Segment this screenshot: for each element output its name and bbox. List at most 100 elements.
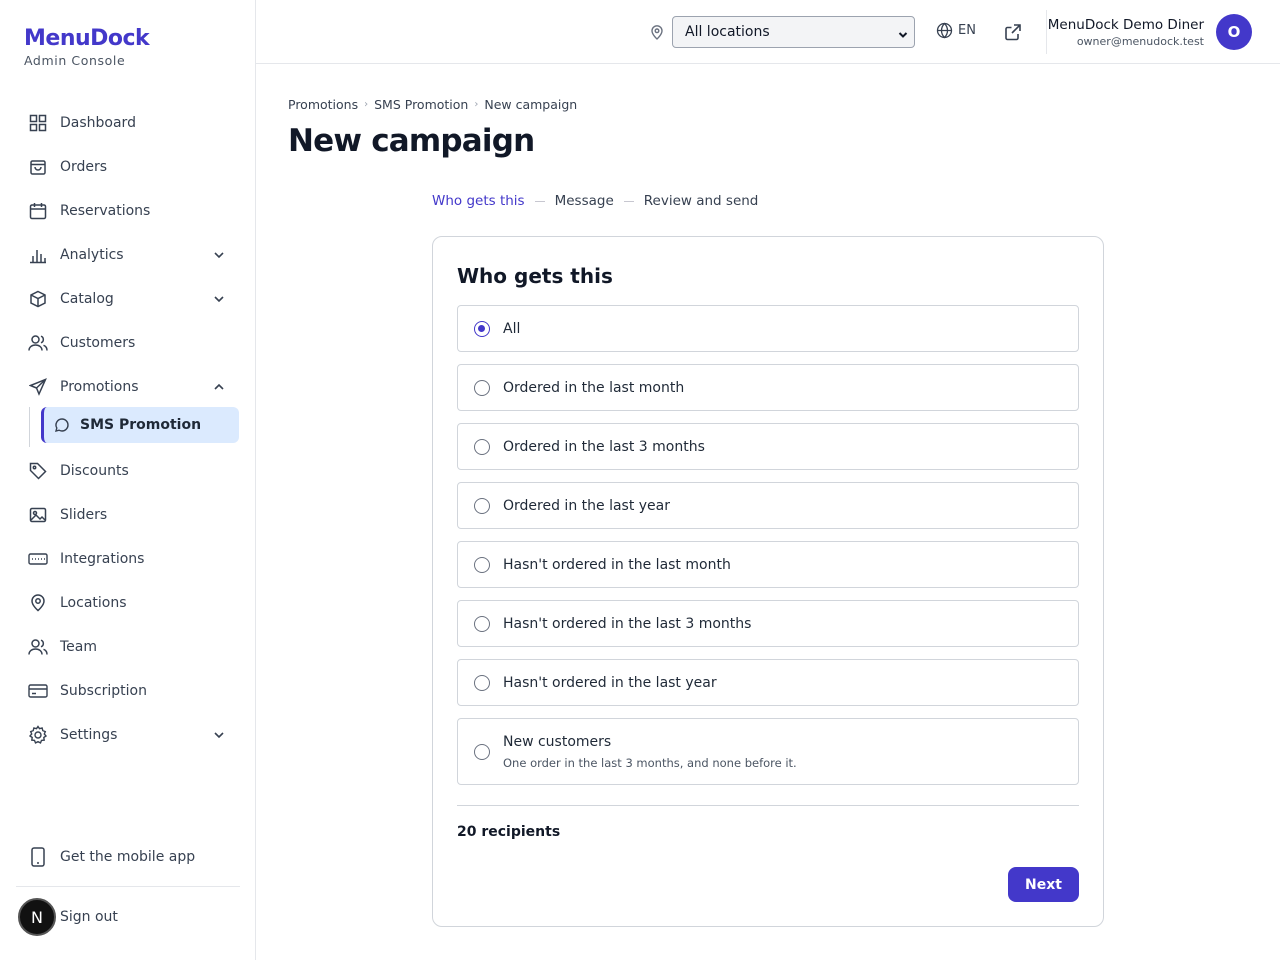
sidebar-item-team[interactable]: Team [16,625,240,669]
sidebar-item-orders[interactable]: Orders [16,145,240,189]
sidebar-item-locations[interactable]: Locations [16,581,240,625]
sidebar-item-label: Reservations [60,203,151,219]
brand[interactable]: MenuDock Admin Console [24,26,150,68]
avatar[interactable]: O [1216,14,1252,50]
sidebar-item-label: Orders [60,159,108,175]
option-label: All [503,320,521,337]
option-description: One order in the last 3 months, and none… [503,755,797,770]
brand-title: MenuDock [24,26,150,51]
radio-button[interactable] [474,320,490,337]
tag-icon [28,461,48,481]
option-ordered-last-year[interactable]: Ordered in the last year [457,482,1079,529]
radio-button[interactable] [474,615,490,632]
radio-button[interactable] [474,674,490,691]
location-select[interactable]: All locations [672,16,915,48]
card-title: Who gets this [457,264,613,288]
sign-out-label: Sign out [60,909,118,925]
option-not-ordered-last-month[interactable]: Hasn't ordered in the last month [457,541,1079,588]
bag-icon [28,157,48,177]
next-button[interactable]: Next [1008,867,1079,902]
option-all[interactable]: All [457,305,1079,352]
topbar: All locations EN MenuDock Demo Diner own… [256,0,1280,64]
page-title: New campaign [288,123,535,159]
gear-icon [28,725,48,745]
option-label: Hasn't ordered in the last 3 months [503,615,752,632]
step-who-gets-this[interactable]: Who gets this [432,193,525,209]
radio-button[interactable] [474,556,490,573]
sidebar-item-label: Sliders [60,507,108,523]
team-icon [28,637,48,657]
stepper: Who gets this Message Review and send [432,193,758,209]
sidebar-item-label: Promotions [60,379,139,395]
sidebar-item-sms-promotion[interactable]: SMS Promotion [41,407,239,443]
breadcrumb-separator: › [364,99,369,110]
chevron-down-icon[interactable] [212,248,226,262]
external-link-icon[interactable] [1003,22,1023,42]
option-not-ordered-last-year[interactable]: Hasn't ordered in the last year [457,659,1079,706]
radio-button[interactable] [474,379,490,396]
option-new-customers[interactable]: New customers One order in the last 3 mo… [457,718,1079,785]
phone-icon [28,847,48,867]
step-separator [623,200,634,202]
chevron-up-icon[interactable] [212,380,226,394]
user-menu[interactable]: MenuDock Demo Diner owner@menudock.test … [1046,10,1280,54]
send-icon [28,377,48,397]
sidebar-item-reservations[interactable]: Reservations [16,189,240,233]
step-message[interactable]: Message [555,193,614,209]
sidebar-item-dashboard[interactable]: Dashboard [16,101,240,145]
mobile-app-link[interactable]: Get the mobile app [16,835,240,879]
option-label: New customers [503,733,612,750]
sidebar-item-label: Discounts [60,463,129,479]
radio-button[interactable] [474,743,490,760]
language-switcher[interactable]: EN [936,22,976,39]
grid-icon [28,113,48,133]
credit-card-icon [28,681,48,701]
keyboard-icon [28,549,48,569]
sidebar-item-label: Subscription [60,683,147,699]
audience-card: Who gets this All Ordered in the last mo… [432,236,1104,927]
chevron-down-icon[interactable] [212,728,226,742]
sidebar-item-label: Team [60,639,98,655]
chevron-down-icon[interactable] [212,292,226,306]
sidebar-item-subscription[interactable]: Subscription [16,669,240,713]
sidebar-item-promotions[interactable]: Promotions [16,365,240,409]
map-pin-icon [649,24,665,40]
sidebar-item-label: Catalog [60,291,114,307]
box-icon [28,289,48,309]
sign-out-button[interactable]: N Sign out [16,887,240,947]
option-label: Hasn't ordered in the last month [503,556,731,573]
breadcrumb-sms-promotion[interactable]: SMS Promotion [374,97,468,112]
mobile-app-label: Get the mobile app [60,849,196,865]
bar-chart-icon [28,245,48,265]
step-separator [534,200,545,202]
image-icon [28,505,48,525]
step-review-and-send[interactable]: Review and send [644,193,759,209]
sidebar-item-sliders[interactable]: Sliders [16,493,240,537]
option-ordered-last-month[interactable]: Ordered in the last month [457,364,1079,411]
option-label: Ordered in the last month [503,379,685,396]
sidebar-item-discounts[interactable]: Discounts [16,449,240,493]
option-not-ordered-last-3-months[interactable]: Hasn't ordered in the last 3 months [457,600,1079,647]
users-icon [28,333,48,353]
sidebar-item-integrations[interactable]: Integrations [16,537,240,581]
sidebar: MenuDock Admin Console Dashboard Orders … [0,0,256,960]
sidebar-item-customers[interactable]: Customers [16,321,240,365]
radio-button[interactable] [474,438,490,455]
breadcrumb-promotions[interactable]: Promotions [288,97,358,112]
option-label: Ordered in the last 3 months [503,438,705,455]
sidebar-bottom: Get the mobile app N Sign out [16,835,240,947]
breadcrumb: Promotions › SMS Promotion › New campaig… [288,97,577,112]
sidebar-item-catalog[interactable]: Catalog [16,277,240,321]
calendar-icon [28,201,48,221]
sidebar-item-analytics[interactable]: Analytics [16,233,240,277]
sign-out-badge: N [18,898,56,936]
option-label: Hasn't ordered in the last year [503,674,717,691]
sidebar-item-settings[interactable]: Settings [16,713,240,757]
sidebar-item-label: Dashboard [60,115,136,131]
breadcrumb-current: New campaign [484,97,578,112]
option-text: New customers One order in the last 3 mo… [503,734,797,770]
option-ordered-last-3-months[interactable]: Ordered in the last 3 months [457,423,1079,470]
radio-button[interactable] [474,497,490,514]
user-email: owner@menudock.test [1076,35,1204,48]
user-name: MenuDock Demo Diner [1047,17,1204,33]
